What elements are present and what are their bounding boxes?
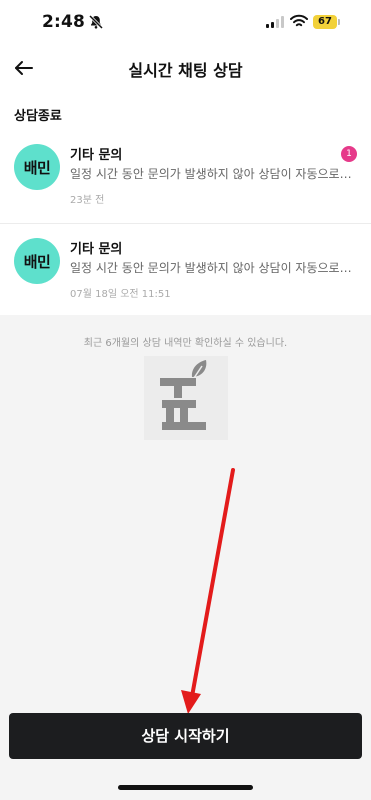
ended-chats-section: 상담종료 배민 기타 문의 일정 시간 동안 문의가 발생하지 않아 상담이 자…	[0, 90, 371, 315]
battery-level: 67	[313, 15, 337, 29]
chat-preview: 일정 시간 동안 문의가 발생하지 않아 상담이 자동으로 종료되었습니다.	[70, 167, 355, 181]
cellular-signal-icon	[266, 16, 284, 28]
status-time: 2:48	[42, 12, 86, 32]
page-title: 실시간 채팅 상담	[128, 61, 243, 80]
home-indicator	[118, 785, 253, 790]
avatar: 배민	[14, 238, 60, 284]
chat-preview: 일정 시간 동안 문의가 발생하지 않아 상담이 자동으로 종료되었습니다.	[70, 261, 355, 275]
chat-title: 기타 문의	[70, 242, 123, 257]
section-title: 상담종료	[14, 109, 62, 124]
chat-timestamp: 07월 18일 오전 11:51	[70, 289, 171, 300]
history-note: 최근 6개월의 상담 내역만 확인하실 수 있습니다.	[83, 338, 288, 349]
start-consultation-button[interactable]: 상담 시작하기	[9, 713, 362, 759]
unread-badge: 1	[341, 146, 357, 162]
leaf-logo-watermark-icon	[144, 356, 228, 440]
bell-muted-icon	[88, 14, 104, 30]
chat-list-item[interactable]: 배민 기타 문의 일정 시간 동안 문의가 발생하지 않아 상담이 자동으로 종…	[0, 130, 371, 223]
chat-title: 기타 문의	[70, 148, 123, 163]
status-bar: 2:48 67	[0, 0, 371, 46]
app-header: 실시간 채팅 상담	[0, 46, 371, 90]
battery-tip	[338, 19, 340, 25]
chat-list-item[interactable]: 배민 기타 문의 일정 시간 동안 문의가 발생하지 않아 상담이 자동으로 종…	[0, 224, 371, 317]
wifi-icon	[290, 14, 308, 27]
chat-timestamp: 23분 전	[70, 195, 105, 206]
avatar: 배민	[14, 144, 60, 190]
